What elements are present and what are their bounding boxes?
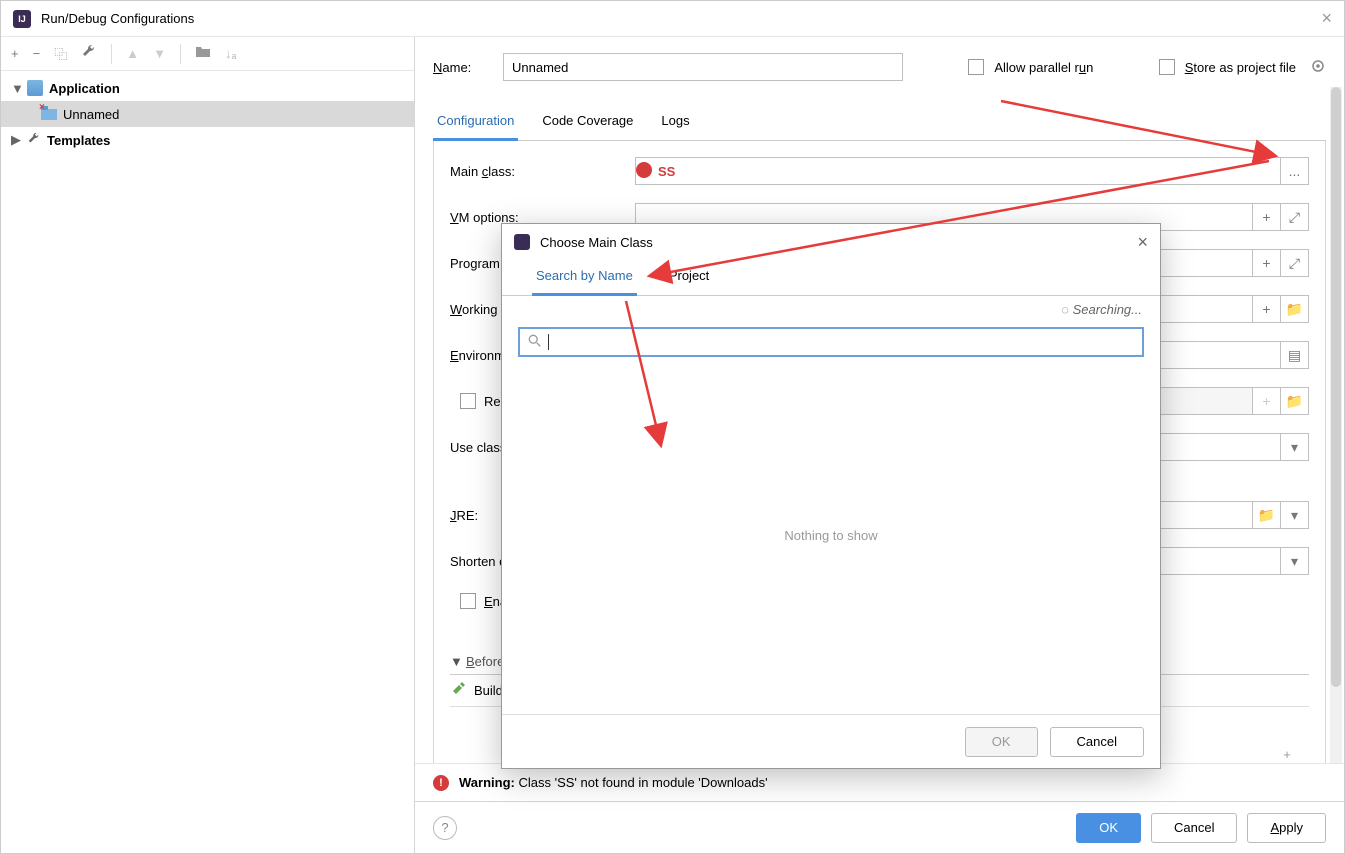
main-class-label: Main class:: [450, 164, 635, 179]
redirect-checkbox[interactable]: [460, 393, 476, 409]
tree-item-unnamed[interactable]: × Unnamed: [1, 101, 414, 127]
chevron-down-icon[interactable]: ▾: [1281, 547, 1309, 575]
apply-button[interactable]: Apply: [1247, 813, 1326, 843]
chevron-down-icon[interactable]: ▾: [1281, 501, 1309, 529]
wrench-icon[interactable]: [81, 44, 97, 63]
dialog-footer: ? OK Cancel Apply: [415, 801, 1344, 853]
store-project-label: Store as project file: [1185, 60, 1296, 75]
warning-icon: !: [433, 775, 449, 791]
folder-browse-icon[interactable]: 📁: [1281, 295, 1309, 323]
searching-label: ◌ Searching...: [502, 296, 1160, 323]
choose-main-class-popup: Choose Main Class × Search by Name Proje…: [501, 223, 1161, 769]
allow-parallel-label: Allow parallel run: [994, 60, 1093, 75]
caret-down-icon: ▼: [11, 81, 21, 96]
popup-tab-project[interactable]: Project: [665, 260, 713, 295]
name-input[interactable]: [503, 53, 903, 81]
remove-icon[interactable]: −: [33, 46, 41, 61]
search-icon: [528, 334, 542, 351]
intellij-icon: [514, 234, 530, 250]
window-titlebar: Run/Debug Configurations ×: [1, 1, 1344, 37]
folder-browse-icon[interactable]: 📁: [1253, 501, 1281, 529]
hammer-icon: [450, 681, 466, 700]
run-config-window: Run/Debug Configurations × + − ⿻ ▲ ▼ ↓ₐ: [0, 0, 1345, 854]
config-tree: ▼ Application × Unnamed ▶ Templ: [1, 71, 414, 853]
tree-item-label: Unnamed: [63, 107, 119, 122]
popup-tab-search-by-name[interactable]: Search by Name: [532, 260, 637, 296]
wrench-icon: [27, 132, 41, 149]
tab-logs[interactable]: Logs: [657, 105, 693, 140]
copy-icon[interactable]: ⿻: [54, 44, 67, 63]
popup-titlebar: Choose Main Class ×: [502, 224, 1160, 260]
folder-browse-icon[interactable]: 📁: [1281, 387, 1309, 415]
store-project-checkbox[interactable]: [1159, 59, 1175, 75]
ok-button[interactable]: OK: [1076, 813, 1141, 843]
add-task-icon[interactable]: +: [1283, 747, 1291, 762]
plus-icon[interactable]: +: [1253, 387, 1281, 415]
warning-label: Warning:: [459, 775, 515, 790]
popup-cancel-button[interactable]: Cancel: [1050, 727, 1144, 757]
popup-footer: OK Cancel: [502, 714, 1160, 768]
warning-message: Class 'SS' not found in module 'Download…: [518, 775, 767, 790]
popup-ok-button[interactable]: OK: [965, 727, 1038, 757]
popup-search-input[interactable]: [518, 327, 1144, 357]
cancel-button[interactable]: Cancel: [1151, 813, 1237, 843]
caret-down-icon[interactable]: ▼: [450, 654, 460, 669]
left-panel: + − ⿻ ▲ ▼ ↓ₐ ▼ Application: [1, 37, 415, 853]
build-label: Build: [474, 683, 503, 698]
plus-icon[interactable]: +: [1253, 203, 1281, 231]
config-toolbar: + − ⿻ ▲ ▼ ↓ₐ: [1, 37, 414, 71]
config-tabs: Configuration Code Coverage Logs: [433, 105, 1326, 141]
down-icon[interactable]: ▼: [153, 46, 166, 61]
gear-icon[interactable]: [1310, 58, 1326, 77]
tree-templates-label: Templates: [47, 133, 110, 148]
window-title: Run/Debug Configurations: [41, 11, 194, 26]
chevron-down-icon[interactable]: ▾: [1281, 433, 1309, 461]
help-button[interactable]: ?: [433, 816, 457, 840]
folder-icon[interactable]: [195, 44, 211, 63]
add-icon[interactable]: +: [11, 46, 19, 61]
application-folder-icon: [27, 80, 43, 96]
plus-icon[interactable]: +: [1253, 249, 1281, 277]
before-label: Before: [466, 654, 504, 669]
intellij-icon: [13, 10, 31, 28]
popup-close-icon[interactable]: ×: [1137, 232, 1148, 253]
list-icon[interactable]: ▤: [1281, 341, 1309, 369]
text-caret: [548, 334, 549, 350]
expand-icon[interactable]: ⤢: [1281, 203, 1309, 231]
popup-results-empty: Nothing to show: [518, 371, 1144, 700]
popup-tabs: Search by Name Project: [502, 260, 1160, 296]
window-close-icon[interactable]: ×: [1321, 8, 1332, 29]
sort-icon[interactable]: ↓ₐ: [225, 46, 236, 61]
spinner-icon: ◌: [1061, 302, 1069, 317]
expand-icon[interactable]: ⤢: [1281, 249, 1309, 277]
main-class-input[interactable]: SS: [635, 157, 1281, 185]
tree-application-group[interactable]: ▼ Application: [1, 75, 414, 101]
scrollbar[interactable]: [1330, 87, 1342, 763]
caret-right-icon: ▶: [11, 132, 21, 148]
name-label: Name:: [433, 60, 483, 75]
enable-checkbox[interactable]: [460, 593, 476, 609]
up-icon[interactable]: ▲: [126, 46, 139, 61]
browse-main-class-button[interactable]: ...: [1281, 157, 1309, 185]
popup-title: Choose Main Class: [540, 235, 653, 250]
tree-templates-group[interactable]: ▶ Templates: [1, 127, 414, 153]
plus-icon[interactable]: +: [1253, 295, 1281, 323]
tab-configuration[interactable]: Configuration: [433, 105, 518, 141]
tab-code-coverage[interactable]: Code Coverage: [538, 105, 637, 140]
allow-parallel-checkbox[interactable]: [968, 59, 984, 75]
config-icon: ×: [41, 106, 57, 123]
tree-application-label: Application: [49, 81, 120, 96]
